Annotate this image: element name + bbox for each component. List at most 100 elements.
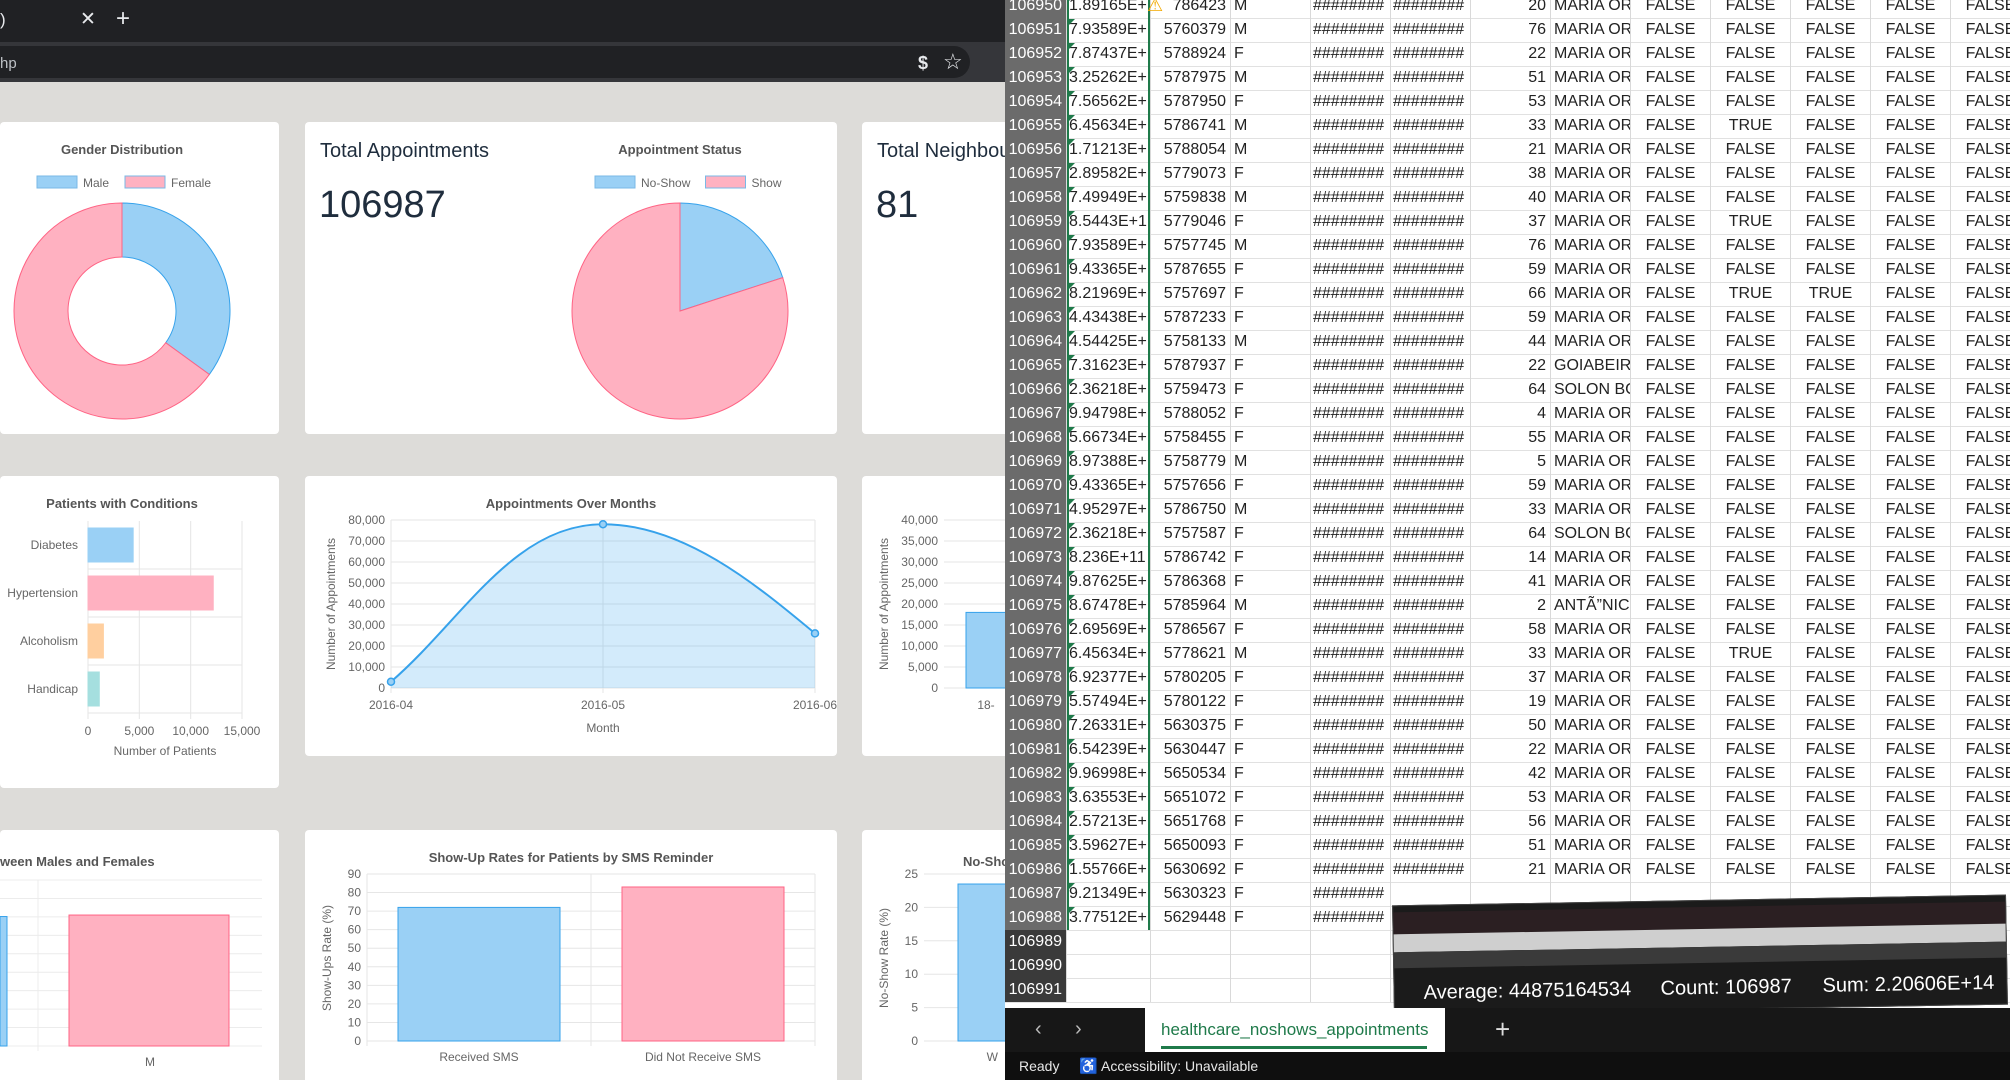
cell-gender[interactable]: F [1231,546,1311,570]
cell-appointment-id[interactable]: 3.77512E+ [1067,906,1151,930]
cell-scholarship[interactable]: FALSE [1631,0,1711,18]
cell-appointment-day[interactable]: ######## [1391,0,1471,18]
cell-gender[interactable]: F [1231,210,1311,234]
prev-sheet-icon[interactable]: ‹ [1035,1018,1042,1041]
cell-appointment-day[interactable]: ######## [1391,378,1471,402]
cell-age[interactable]: 59 [1471,258,1551,282]
cell-appointment-day[interactable]: ######## [1391,90,1471,114]
cell-scheduled-day[interactable]: ######## [1311,570,1391,594]
cell-scheduled-day[interactable]: ######## [1311,810,1391,834]
cell-neighbourhood[interactable]: MARIA OR [1551,714,1631,738]
cell-scholarship[interactable]: FALSE [1631,378,1711,402]
cell-hypertension[interactable]: FALSE [1711,138,1791,162]
cell-neighbourhood[interactable]: SOLON BC [1551,522,1631,546]
cell-appointment-day[interactable]: ######## [1391,426,1471,450]
cell-scheduled-day[interactable]: ######## [1311,90,1391,114]
cell-scheduled-day[interactable]: ######## [1311,546,1391,570]
cell-scheduled-day[interactable]: ######## [1311,786,1391,810]
cell-age[interactable]: 51 [1471,834,1551,858]
cell-age[interactable]: 50 [1471,714,1551,738]
accessibility-status[interactable]: Accessibility: Unavailable [1101,1058,1258,1074]
cell-gender[interactable]: M [1231,330,1311,354]
cell-appointment-id[interactable]: 9.94798E+ [1067,402,1151,426]
cell-diabetes[interactable]: FALSE [1791,450,1871,474]
cell-neighbourhood[interactable]: GOIABEIRA [1551,354,1631,378]
cell-patient-id[interactable]: 5759838 [1151,186,1231,210]
cell-age[interactable]: 59 [1471,474,1551,498]
cell-scheduled-day[interactable]: ######## [1311,138,1391,162]
cell-appointment-day[interactable]: ######## [1391,474,1471,498]
cell-appointment-id[interactable]: 4.54425E+ [1067,330,1151,354]
table-row[interactable]: 106958 7.49949E+ 5759838 M ######## ######## 4… [1005,186,2010,211]
cell-hypertension[interactable]: FALSE [1711,330,1791,354]
cell-handicap[interactable]: FALSE [1951,570,2010,594]
cell-hypertension[interactable]: FALSE [1711,474,1791,498]
cell-hypertension[interactable]: FALSE [1711,186,1791,210]
cell-patient-id[interactable]: 5780205 [1151,666,1231,690]
cell-scheduled-day[interactable]: ######## [1311,426,1391,450]
cell-gender[interactable]: F [1231,882,1311,906]
cell-appointment-id[interactable]: 9.96998E+ [1067,762,1151,786]
cell-diabetes[interactable]: FALSE [1791,234,1871,258]
cell-alcoholism[interactable]: FALSE [1871,570,1951,594]
row-header[interactable]: 106969 [1005,450,1067,474]
cell-scholarship[interactable]: FALSE [1631,258,1711,282]
cell-gender[interactable]: F [1231,810,1311,834]
cell-neighbourhood[interactable]: ANTÃ”NIC [1551,594,1631,618]
cell-patient-id[interactable]: 5787950 [1151,90,1231,114]
cell-alcoholism[interactable]: FALSE [1871,666,1951,690]
cell-hypertension[interactable]: FALSE [1711,690,1791,714]
table-row[interactable]: 106965 7.31623E+ 5787937 F ######## ######## 2… [1005,354,2010,379]
cell-neighbourhood[interactable]: MARIA OR [1551,42,1631,66]
row-header[interactable]: 106979 [1005,690,1067,714]
cell-age[interactable]: 33 [1471,642,1551,666]
cell-gender[interactable]: F [1231,522,1311,546]
cell-scholarship[interactable]: FALSE [1631,618,1711,642]
cell-hypertension[interactable]: FALSE [1711,498,1791,522]
cell-diabetes[interactable]: FALSE [1791,618,1871,642]
table-row[interactable]: 106971 4.95297E+ 5786750 M ######## ######## 3… [1005,498,2010,523]
cell-diabetes[interactable]: FALSE [1791,570,1871,594]
cell-appointment-day[interactable]: ######## [1391,354,1471,378]
cell-patient-id[interactable]: 5787975 [1151,66,1231,90]
cell-neighbourhood[interactable]: MARIA OR [1551,306,1631,330]
cell-gender[interactable]: F [1231,906,1311,930]
cell-age[interactable]: 37 [1471,210,1551,234]
cell-appointment-id[interactable]: 9.21349E+ [1067,882,1151,906]
sheet-tab-healthcare[interactable]: healthcare_noshows_appointments [1145,1008,1445,1052]
cell-diabetes[interactable]: FALSE [1791,18,1871,42]
cell-handicap[interactable]: FALSE [1951,786,2010,810]
cell-handicap[interactable]: FALSE [1951,66,2010,90]
cell-neighbourhood[interactable]: MARIA OR [1551,738,1631,762]
cell-patient-id[interactable]: 5779046 [1151,210,1231,234]
cell-scheduled-day[interactable]: ######## [1311,474,1391,498]
cell-scholarship[interactable]: FALSE [1631,114,1711,138]
cell-diabetes[interactable]: FALSE [1791,378,1871,402]
cell-handicap[interactable]: FALSE [1951,858,2010,882]
row-header[interactable]: 106978 [1005,666,1067,690]
cell-patient-id[interactable]: 5780122 [1151,690,1231,714]
cell-diabetes[interactable]: FALSE [1791,402,1871,426]
cell-handicap[interactable]: FALSE [1951,402,2010,426]
cell-appointment-id[interactable]: 1.71213E+ [1067,138,1151,162]
cell-age[interactable]: 22 [1471,354,1551,378]
cell-scheduled-day[interactable]: ######## [1311,522,1391,546]
cell-appointment-id[interactable]: 7.93589E+ [1067,234,1151,258]
cell-scheduled-day[interactable]: ######## [1311,402,1391,426]
cell-age[interactable]: 33 [1471,114,1551,138]
cell-appointment-id[interactable]: 7.87437E+ [1067,42,1151,66]
cell-alcoholism[interactable]: FALSE [1871,42,1951,66]
row-header[interactable]: 106977 [1005,642,1067,666]
row-header[interactable]: 106968 [1005,426,1067,450]
cell-patient-id[interactable]: 5629448 [1151,906,1231,930]
cell-scholarship[interactable]: FALSE [1631,642,1711,666]
row-header[interactable]: 106960 [1005,234,1067,258]
cell-gender[interactable]: F [1231,402,1311,426]
cell-patient-id[interactable]: 5759473 [1151,378,1231,402]
row-header[interactable]: 106954 [1005,90,1067,114]
row-header[interactable]: 106987 [1005,882,1067,906]
cell-handicap[interactable]: FALSE [1951,138,2010,162]
cell-handicap[interactable]: FALSE [1951,0,2010,18]
cell-gender[interactable]: F [1231,282,1311,306]
cell-age[interactable]: 58 [1471,618,1551,642]
